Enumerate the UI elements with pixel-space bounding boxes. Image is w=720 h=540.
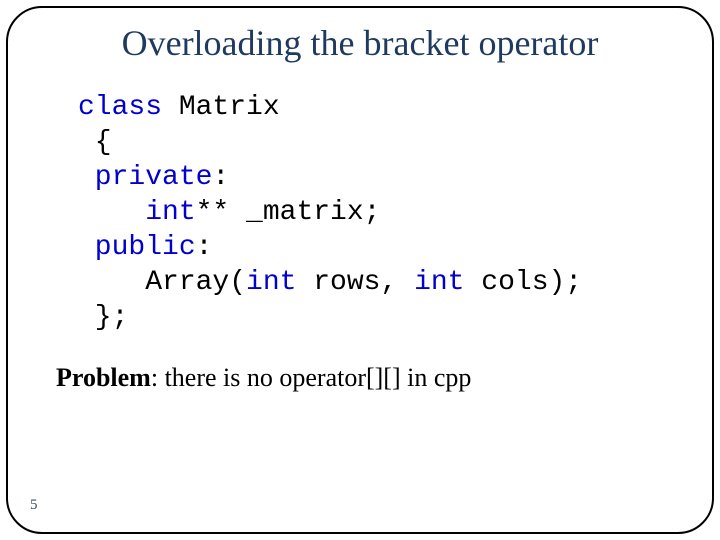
keyword-int: int [78,197,196,228]
code-line: { [78,125,712,160]
code-line: Array(int rows, int cols); [78,265,712,300]
keyword-private: private [78,162,212,193]
page-number: 5 [30,497,38,514]
slide-frame: Overloading the bracket operator class M… [6,6,714,534]
code-text: : [212,162,229,193]
code-line: private: [78,160,712,195]
problem-label: Problem [56,363,151,392]
code-text: Array( [78,267,246,298]
code-text: rows, [313,267,414,298]
code-text: ** _matrix; [196,197,381,228]
keyword-int: int [246,267,313,298]
keyword-class: class [78,92,179,123]
code-block: class Matrix { private: int** _matrix; p… [78,90,712,335]
code-text: cols); [481,267,582,298]
code-line: class Matrix [78,90,712,125]
code-line: public: [78,230,712,265]
keyword-public: public [78,232,196,263]
code-line: int** _matrix; [78,195,712,230]
code-line: }; [78,300,712,335]
problem-text: : there is no operator[][] in cpp [151,363,472,392]
keyword-int: int [414,267,481,298]
slide-title: Overloading the bracket operator [8,22,712,64]
problem-note: Problem: there is no operator[][] in cpp [56,363,712,393]
code-text: : [196,232,213,263]
code-text: Matrix [179,92,280,123]
